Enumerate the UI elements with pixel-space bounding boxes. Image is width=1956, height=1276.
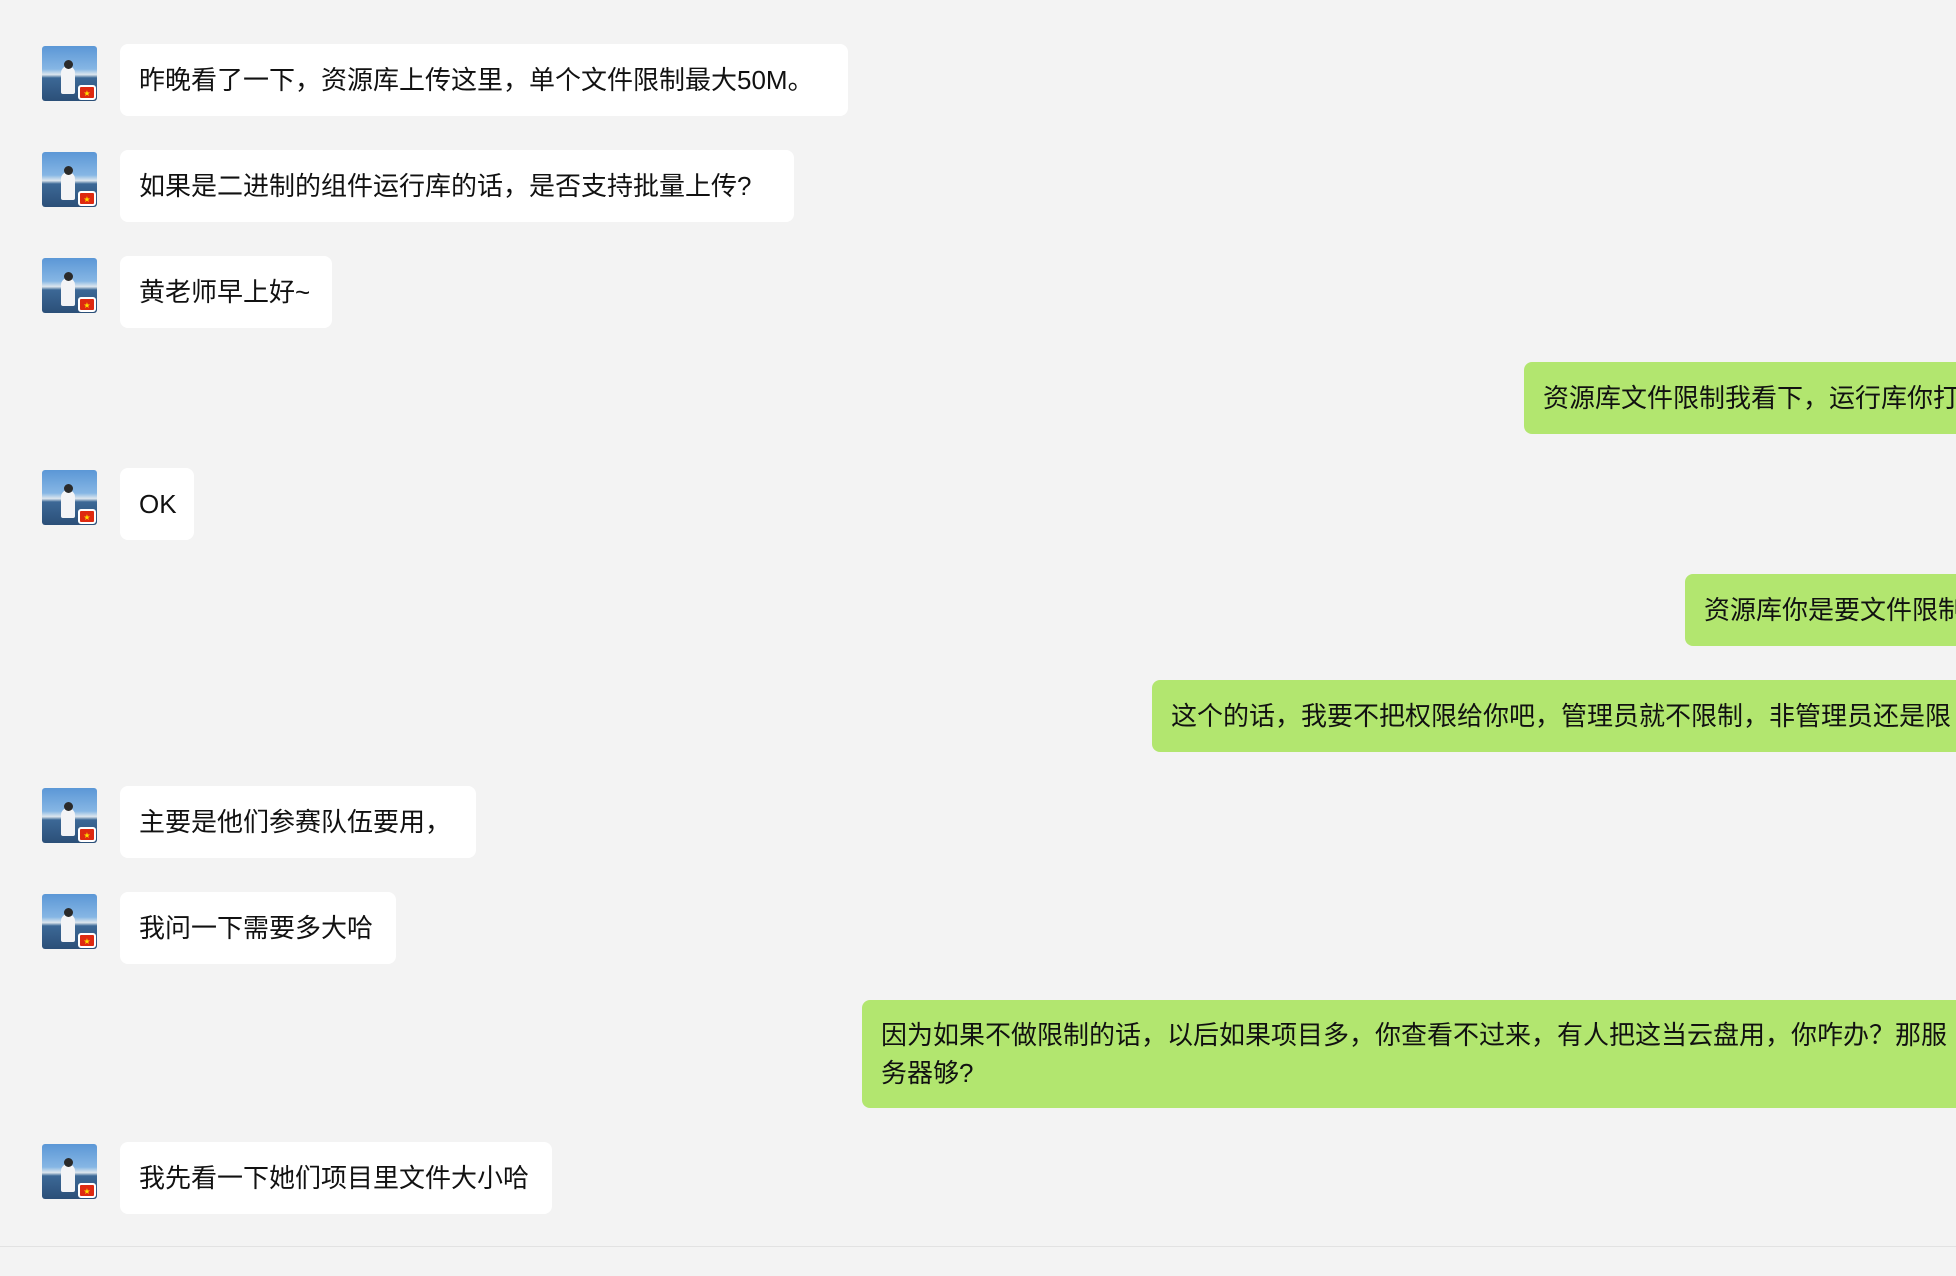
input-area-divider (0, 1246, 1956, 1247)
avatar-person-head (64, 484, 73, 493)
avatar-person (61, 490, 75, 518)
message-bubble[interactable]: 我先看一下她们项目里文件大小哈 (120, 1142, 552, 1214)
avatar-person-head (64, 272, 73, 281)
incoming-message: ★ 黄老师早上好~ (42, 256, 342, 328)
avatar-person (61, 66, 75, 94)
message-bubble[interactable]: 因为如果不做限制的话，以后如果项目多，你查看不过来，有人把这当云盘用，你咋办？那… (862, 1000, 1956, 1108)
avatar-person-head (64, 166, 73, 175)
outgoing-message: 资源库你是要文件限制 (1685, 574, 1956, 646)
message-bubble[interactable]: 资源库你是要文件限制 (1685, 574, 1956, 646)
avatar-person-head (64, 60, 73, 69)
avatar-person-head (64, 908, 73, 917)
user-avatar-icon[interactable]: ★ (42, 788, 97, 843)
incoming-message: ★ 我先看一下她们项目里文件大小哈 (42, 1142, 562, 1214)
china-flag-icon: ★ (78, 933, 96, 948)
chat-message-list[interactable]: ★ 昨晚看了一下，资源库上传这里，单个文件限制最大50M。 ★ 如果是二进制的组… (0, 0, 1956, 1276)
user-avatar-icon[interactable]: ★ (42, 470, 97, 525)
user-avatar-icon[interactable]: ★ (42, 46, 97, 101)
user-avatar-icon[interactable]: ★ (42, 258, 97, 313)
message-bubble[interactable]: 我问一下需要多大哈 (120, 892, 396, 964)
user-avatar-icon[interactable]: ★ (42, 1144, 97, 1199)
message-bubble[interactable]: 资源库文件限制我看下，运行库你打 (1524, 362, 1956, 434)
china-flag-icon: ★ (78, 1183, 96, 1198)
user-avatar-icon[interactable]: ★ (42, 152, 97, 207)
message-bubble[interactable]: 黄老师早上好~ (120, 256, 332, 328)
message-bubble[interactable]: 昨晚看了一下，资源库上传这里，单个文件限制最大50M。 (120, 44, 848, 116)
incoming-message: ★ OK (42, 468, 202, 540)
avatar-person (61, 172, 75, 200)
message-bubble[interactable]: 主要是他们参赛队伍要用， (120, 786, 476, 858)
avatar-person (61, 278, 75, 306)
china-flag-icon: ★ (78, 85, 96, 100)
china-flag-icon: ★ (78, 297, 96, 312)
message-bubble[interactable]: OK (120, 468, 194, 540)
user-avatar-icon[interactable]: ★ (42, 894, 97, 949)
message-bubble[interactable]: 如果是二进制的组件运行库的话，是否支持批量上传? (120, 150, 794, 222)
avatar-person (61, 914, 75, 942)
avatar-person-head (64, 802, 73, 811)
avatar-person (61, 808, 75, 836)
china-flag-icon: ★ (78, 191, 96, 206)
china-flag-icon: ★ (78, 509, 96, 524)
message-bubble[interactable]: 这个的话，我要不把权限给你吧，管理员就不限制，非管理员还是限 (1152, 680, 1956, 752)
incoming-message: ★ 昨晚看了一下，资源库上传这里，单个文件限制最大50M。 (42, 44, 852, 116)
avatar-person-head (64, 1158, 73, 1167)
avatar-person (61, 1164, 75, 1192)
incoming-message: ★ 我问一下需要多大哈 (42, 892, 402, 964)
china-flag-icon: ★ (78, 827, 96, 842)
incoming-message: ★ 主要是他们参赛队伍要用， (42, 786, 482, 858)
outgoing-message: 资源库文件限制我看下，运行库你打 (1524, 362, 1956, 434)
incoming-message: ★ 如果是二进制的组件运行库的话，是否支持批量上传? (42, 150, 802, 222)
outgoing-message: 因为如果不做限制的话，以后如果项目多，你查看不过来，有人把这当云盘用，你咋办？那… (862, 1000, 1956, 1108)
outgoing-message: 这个的话，我要不把权限给你吧，管理员就不限制，非管理员还是限 (1152, 680, 1956, 752)
